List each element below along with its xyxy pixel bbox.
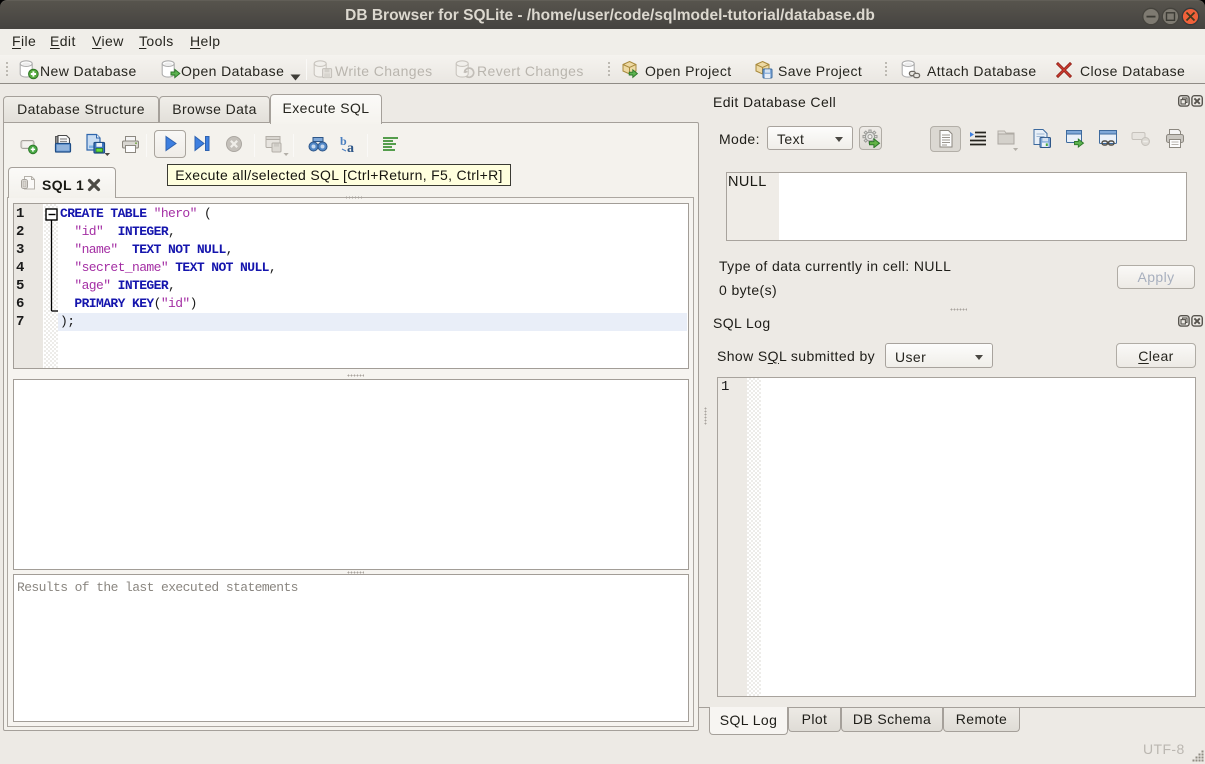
svg-text:a: a xyxy=(347,141,354,154)
